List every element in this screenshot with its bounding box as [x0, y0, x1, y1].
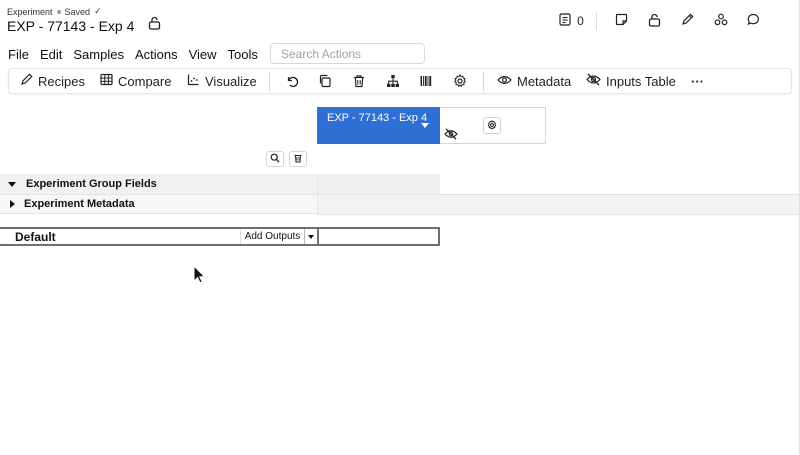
menu-bar: File Edit Samples Actions View Tools	[0, 41, 800, 67]
column-settings-button[interactable]	[483, 117, 501, 134]
lock-icon	[648, 13, 661, 30]
comments-button[interactable]	[737, 13, 770, 29]
default-section-row: Default Add Outputs	[0, 227, 318, 246]
recipes-label: Recipes	[38, 73, 85, 89]
hierarchy-icon[interactable]	[385, 73, 401, 89]
search-button[interactable]	[266, 151, 284, 167]
inputs-table-button[interactable]: Inputs Table	[586, 69, 676, 93]
compare-label: Compare	[118, 73, 172, 89]
breadcrumb-type: Experiment	[7, 6, 53, 17]
header-divider	[596, 12, 597, 30]
toolbar-divider	[269, 72, 270, 91]
gear-icon	[487, 117, 497, 135]
caret-right-icon[interactable]	[10, 200, 15, 208]
menu-edit[interactable]: Edit	[40, 47, 62, 62]
page-title: EXP - 77143 - Exp 4	[7, 17, 135, 34]
more-icon: ···	[691, 73, 704, 89]
default-section-label: Default	[15, 230, 56, 244]
trash-icon	[293, 150, 303, 168]
search-icon	[270, 150, 280, 168]
visualize-label: Visualize	[205, 73, 257, 89]
undo-icon[interactable]	[284, 73, 300, 89]
group-label: Experiment Metadata	[24, 198, 135, 210]
chart-icon	[187, 73, 200, 89]
compare-button[interactable]: Compare	[100, 69, 171, 93]
chevron-down-icon	[308, 234, 314, 239]
group-label: Experiment Group Fields	[26, 178, 157, 190]
search-actions-input[interactable]	[270, 43, 425, 64]
notes-count: 0	[577, 14, 584, 28]
group-row-cell	[317, 194, 800, 215]
app-header: Experiment Saved ✓ EXP - 77143 - Exp 4 0	[0, 0, 800, 40]
menu-file[interactable]: File	[8, 47, 29, 62]
menu-view[interactable]: View	[189, 47, 217, 62]
default-section-cell[interactable]	[317, 227, 440, 246]
add-outputs-button[interactable]: Add Outputs	[240, 229, 304, 244]
toolbar: Recipes Compare Visualize Metadata Input…	[8, 68, 792, 94]
eye-icon	[497, 74, 512, 89]
copy-icon[interactable]	[317, 73, 333, 89]
separator-dot	[56, 9, 61, 14]
recipes-button[interactable]: Recipes	[20, 69, 85, 93]
lock-button[interactable]	[638, 13, 671, 30]
experiment-column-header[interactable]: EXP - 77143 - Exp 4	[317, 107, 440, 144]
inputs-table-label: Inputs Table	[606, 73, 676, 89]
trash-icon[interactable]	[351, 73, 367, 89]
save-status: Saved	[64, 6, 91, 17]
menu-actions[interactable]: Actions	[135, 47, 178, 62]
edit-button[interactable]	[671, 13, 704, 29]
pencil-icon	[681, 13, 694, 29]
caret-down-icon[interactable]	[8, 181, 16, 187]
toolbar-divider	[483, 72, 484, 91]
eye-slash-icon	[586, 73, 601, 89]
unlock-icon[interactable]	[148, 16, 161, 35]
sticky-note-button[interactable]	[605, 13, 638, 29]
mouse-cursor-icon	[193, 264, 206, 289]
visualize-button[interactable]: Visualize	[187, 69, 257, 93]
integrations-icon	[714, 13, 728, 29]
hide-column-icon[interactable]	[444, 127, 458, 145]
menu-tools[interactable]: Tools	[228, 47, 258, 62]
pencil-icon	[20, 73, 33, 89]
experiment-column-title: EXP - 77143 - Exp 4	[327, 112, 428, 124]
add-outputs-label: Add Outputs	[244, 231, 301, 242]
chevron-down-icon[interactable]	[421, 123, 429, 128]
metadata-label: Metadata	[517, 73, 572, 89]
comment-icon	[747, 13, 760, 29]
more-options-button[interactable]: ···	[691, 69, 704, 93]
notes-icon	[559, 13, 571, 29]
menu-samples[interactable]: Samples	[73, 47, 124, 62]
add-outputs-dropdown[interactable]	[304, 229, 317, 244]
metadata-button[interactable]: Metadata	[497, 69, 571, 93]
barcode-icon[interactable]	[418, 73, 434, 89]
clear-button[interactable]	[289, 151, 307, 167]
sticky-note-icon	[615, 13, 628, 29]
table-icon	[100, 73, 113, 89]
gear-icon[interactable]	[452, 73, 468, 89]
integrations-button[interactable]	[704, 13, 737, 29]
notes-button[interactable]: 0	[555, 13, 588, 29]
group-row-cell	[317, 174, 440, 194]
